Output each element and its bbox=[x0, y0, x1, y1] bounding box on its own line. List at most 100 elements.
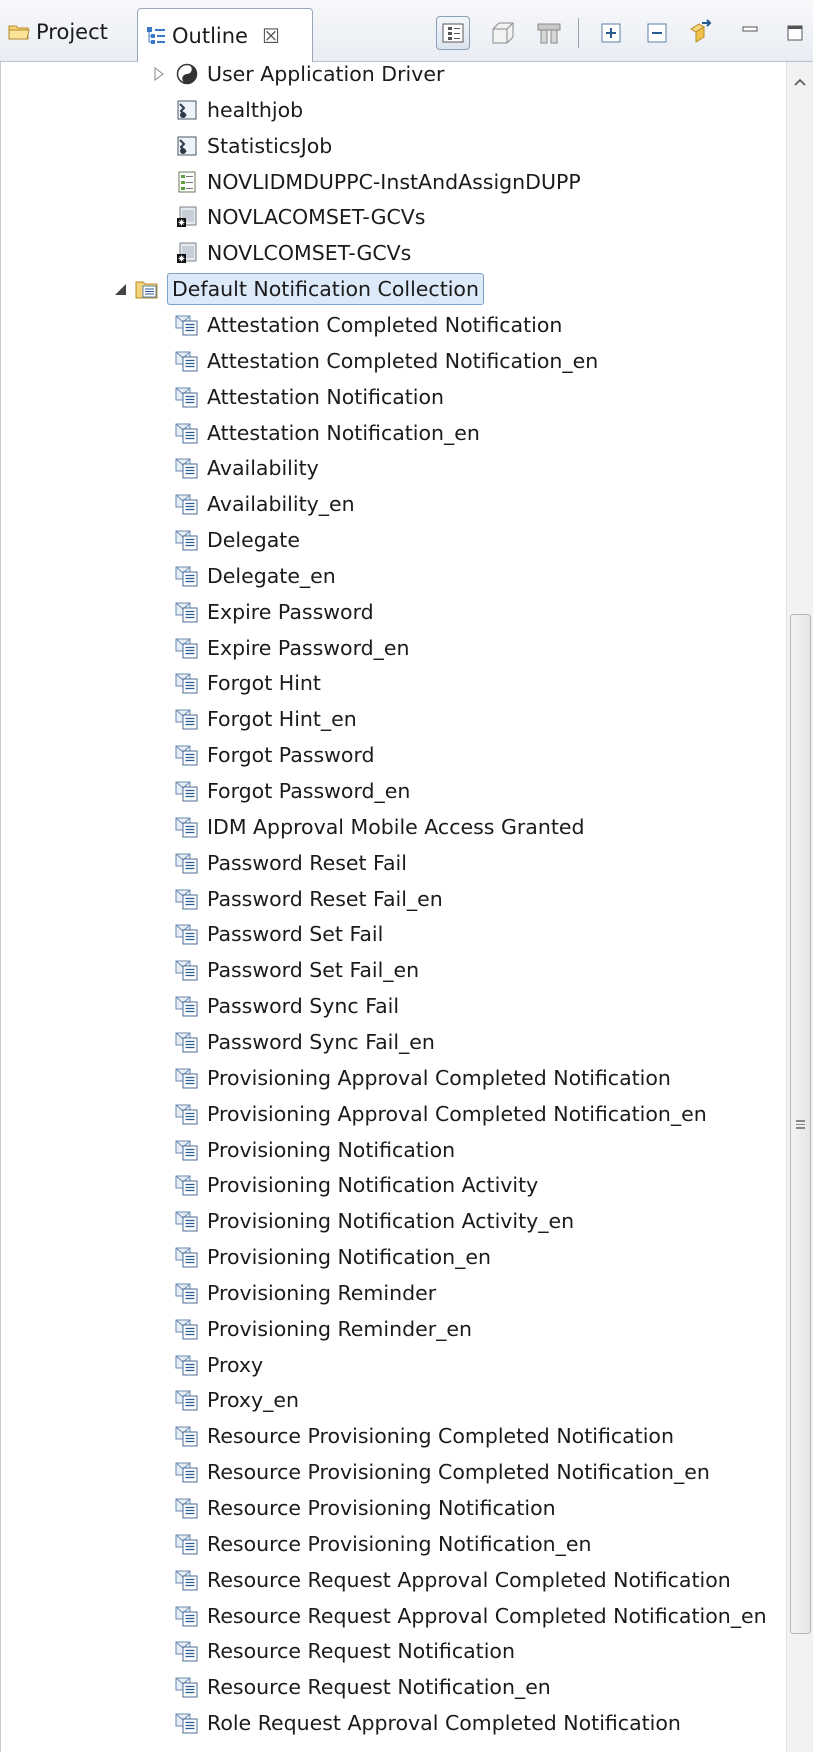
tree-item-notification[interactable]: Forgot Password_en bbox=[175, 775, 410, 807]
collapse-arrow-icon[interactable] bbox=[112, 281, 128, 297]
tree-item-statisticsjob[interactable]: StatisticsJob bbox=[175, 130, 332, 162]
tree-item-notification[interactable]: Expire Password_en bbox=[175, 632, 410, 664]
notification-icon bbox=[175, 1604, 199, 1628]
tree-item-notification[interactable]: Provisioning Notification_en bbox=[175, 1241, 491, 1273]
tree-item-notification[interactable]: Role Request Approval Completed Notifica… bbox=[175, 1707, 681, 1739]
tree-item-label: Expire Password_en bbox=[207, 635, 410, 660]
vertical-scrollbar[interactable] bbox=[786, 62, 813, 1752]
tree-item-notification[interactable]: Password Reset Fail bbox=[175, 847, 407, 879]
tree-item-notification[interactable]: Password Set Fail_en bbox=[175, 954, 419, 986]
tree-item-notification[interactable]: IDM Approval Mobile Access Granted bbox=[175, 811, 585, 843]
expand-all-icon[interactable] bbox=[594, 16, 628, 50]
tree-item-label: Delegate_en bbox=[207, 563, 336, 588]
outline-tree[interactable]: User Application Driver healthjob Statisti… bbox=[0, 62, 786, 1752]
filter-icon[interactable] bbox=[532, 16, 566, 50]
tree-item-label: healthjob bbox=[207, 97, 304, 122]
tree-item-label: NOVLACOMSET-GCVs bbox=[207, 205, 426, 230]
expand-arrow-icon[interactable] bbox=[151, 66, 167, 82]
tree-item-novlidmduppc-instandassigndupp[interactable]: NOVLIDMDUPPC-InstAndAssignDUPP bbox=[175, 166, 581, 198]
package-icon bbox=[175, 170, 199, 194]
tree-item-notification[interactable]: Resource Request Approval Completed Noti… bbox=[175, 1600, 767, 1632]
scrollbar-thumb[interactable] bbox=[790, 614, 811, 1634]
tree-item-notification[interactable]: Resource Request Approval Completed Noti… bbox=[175, 1564, 731, 1596]
notification-collection-icon bbox=[135, 277, 159, 301]
tree-item-notification[interactable]: Provisioning Notification Activity bbox=[175, 1169, 538, 1201]
tree-item-notification[interactable]: Proxy bbox=[175, 1349, 263, 1381]
tree-item-notification[interactable]: Resource Provisioning Notification bbox=[175, 1492, 556, 1524]
tree-item-notification[interactable]: Resource Provisioning Notification_en bbox=[175, 1528, 592, 1560]
notification-icon bbox=[175, 385, 199, 409]
notification-icon bbox=[175, 671, 199, 695]
close-icon[interactable]: ☒ bbox=[262, 24, 280, 48]
notification-icon bbox=[175, 707, 199, 731]
tree-item-user-application-driver[interactable]: User Application Driver bbox=[154, 62, 444, 90]
tree-item-notification[interactable]: Availability bbox=[175, 452, 319, 484]
tree-item-notification[interactable]: Forgot Password bbox=[175, 739, 375, 771]
notification-icon bbox=[175, 1568, 199, 1592]
tree-item-notification[interactable]: Expire Password bbox=[175, 596, 374, 628]
tree-item-label: Default Notification Collection bbox=[167, 273, 484, 306]
tree-item-novlcomset-gcvs[interactable]: NOVLCOMSET-GCVs bbox=[175, 237, 411, 269]
tree-item-notification[interactable]: Provisioning Reminder_en bbox=[175, 1313, 472, 1345]
notification-icon bbox=[175, 456, 199, 480]
tab-outline[interactable]: Outline ☒ bbox=[137, 8, 313, 63]
tab-project[interactable]: Project bbox=[0, 10, 136, 54]
tree-item-healthjob[interactable]: healthjob bbox=[175, 94, 303, 126]
tree-item-notification[interactable]: Resource Request Notification bbox=[175, 1635, 515, 1667]
tree-item-label: Resource Provisioning Completed Notifica… bbox=[207, 1424, 674, 1449]
tree-item-notification[interactable]: Password Sync Fail bbox=[175, 990, 399, 1022]
link-editor-icon[interactable] bbox=[684, 16, 718, 50]
tree-item-notification[interactable]: Provisioning Reminder bbox=[175, 1277, 436, 1309]
gcv-icon bbox=[175, 205, 199, 229]
tree-item-notification[interactable]: Password Reset Fail_en bbox=[175, 883, 443, 915]
tree-item-notification[interactable]: Proxy_en bbox=[175, 1384, 299, 1416]
tree-item-notification[interactable]: Provisioning Approval Completed Notifica… bbox=[175, 1098, 707, 1130]
tree-item-notification[interactable]: Password Set Fail bbox=[175, 918, 383, 950]
tree-item-notification[interactable]: Delegate_en bbox=[175, 560, 336, 592]
tab-outline-label: Outline bbox=[172, 24, 248, 48]
minimize-icon[interactable] bbox=[733, 16, 767, 50]
tree-item-label: Attestation Completed Notification bbox=[207, 312, 563, 337]
tree-item-label: Provisioning Notification Activity bbox=[207, 1173, 539, 1198]
maximize-icon[interactable] bbox=[778, 16, 812, 50]
tree-item-notification[interactable]: Provisioning Notification bbox=[175, 1134, 455, 1166]
tree-item-label: NOVLIDMDUPPC-InstAndAssignDUPP bbox=[207, 169, 581, 194]
tree-item-label: Resource Request Approval Completed Noti… bbox=[207, 1603, 767, 1628]
tree-item-notification[interactable]: Delegate bbox=[175, 524, 300, 556]
tree-item-label: Provisioning Reminder_en bbox=[207, 1316, 472, 1341]
gcv-icon bbox=[175, 241, 199, 265]
tree-item-notification[interactable]: Password Sync Fail_en bbox=[175, 1026, 435, 1058]
tree-item-notification[interactable]: Attestation Completed Notification_en bbox=[175, 345, 598, 377]
tree-item-notification[interactable]: Attestation Completed Notification bbox=[175, 309, 562, 341]
tree-item-notification[interactable]: Resource Provisioning Completed Notifica… bbox=[175, 1456, 710, 1488]
notification-icon bbox=[175, 958, 199, 982]
tree-item-notification[interactable]: Resource Request Notification_en bbox=[175, 1671, 551, 1703]
tree-item-label: Password Set Fail_en bbox=[207, 958, 420, 983]
tree-item-notification[interactable]: Resource Provisioning Completed Notifica… bbox=[175, 1420, 674, 1452]
notification-icon bbox=[175, 1281, 199, 1305]
notification-icon bbox=[175, 815, 199, 839]
tree-item-label: Password Sync Fail bbox=[207, 994, 400, 1019]
scroll-up-arrow-icon[interactable] bbox=[792, 76, 808, 88]
tree-item-label: Attestation Notification_en bbox=[207, 420, 480, 445]
open-editor-icon[interactable] bbox=[486, 16, 520, 50]
notification-icon bbox=[175, 421, 199, 445]
tree-item-default-notification-collection[interactable]: Default Notification Collection bbox=[115, 273, 484, 306]
tree-item-notification[interactable]: Attestation Notification bbox=[175, 381, 444, 413]
tree-item-notification[interactable]: Forgot Hint_en bbox=[175, 703, 357, 735]
tree-item-novlacomset-gcvs[interactable]: NOVLACOMSET-GCVs bbox=[175, 201, 425, 233]
tree-item-notification[interactable]: Attestation Notification_en bbox=[175, 417, 480, 449]
notification-icon bbox=[175, 1138, 199, 1162]
tree-view-icon[interactable] bbox=[436, 16, 470, 50]
collapse-all-icon[interactable] bbox=[640, 16, 674, 50]
tree-item-notification[interactable]: Forgot Hint bbox=[175, 667, 321, 699]
tree-item-notification[interactable]: Availability_en bbox=[175, 488, 355, 520]
tree-item-notification[interactable]: Provisioning Approval Completed Notifica… bbox=[175, 1062, 671, 1094]
tree-item-notification[interactable]: Provisioning Notification Activity_en bbox=[175, 1205, 574, 1237]
notification-icon bbox=[175, 1460, 199, 1484]
tree-item-label: Proxy bbox=[207, 1352, 264, 1377]
tree-item-label: Delegate bbox=[207, 528, 300, 553]
tree-item-label: Attestation Completed Notification_en bbox=[207, 348, 599, 373]
notification-icon bbox=[175, 779, 199, 803]
notification-icon bbox=[175, 851, 199, 875]
